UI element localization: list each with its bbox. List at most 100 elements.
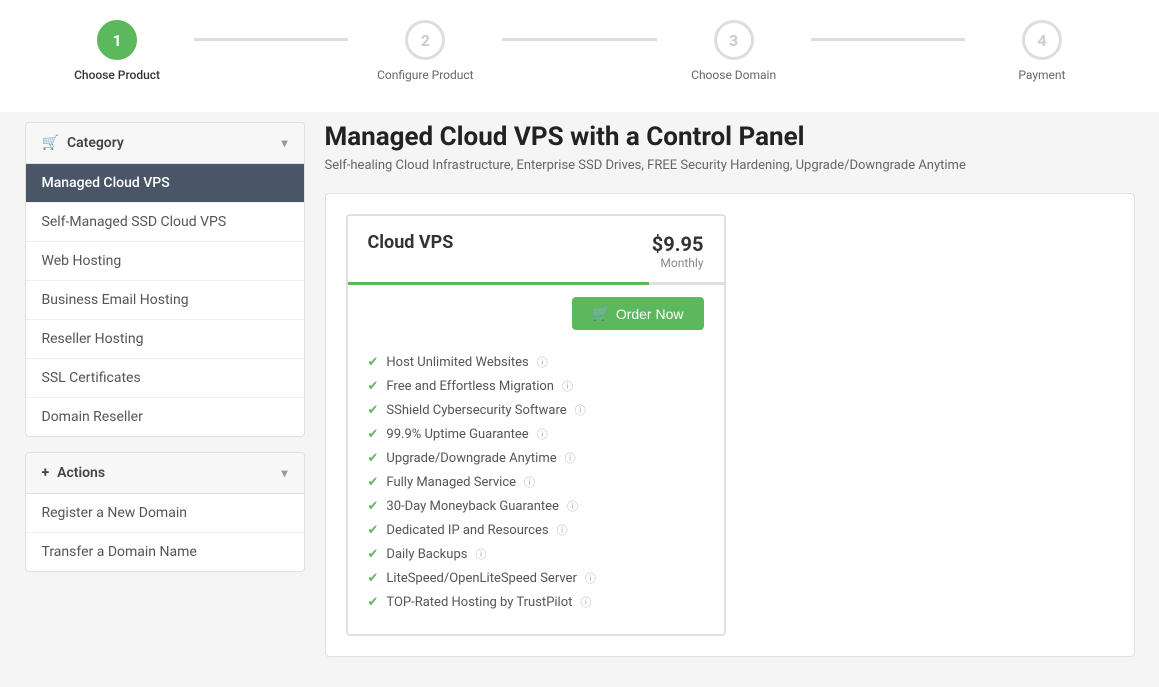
step-3-label: Choose Domain	[691, 68, 776, 82]
step-line-2	[502, 38, 656, 41]
steps-container: 1 Choose Product 2 Configure Product 3 C…	[40, 20, 1119, 82]
price-period: Monthly	[652, 256, 704, 270]
check-icon-8: ✔	[368, 523, 379, 538]
product-price: $9.95 Monthly	[652, 232, 704, 270]
actions-header: + Actions ▾	[26, 453, 304, 494]
step-3-number: 3	[729, 31, 738, 50]
category-item-self-managed-ssd[interactable]: Self-Managed SSD Cloud VPS	[26, 203, 304, 242]
actions-label: Actions	[57, 465, 105, 481]
action-item-register-domain[interactable]: Register a New Domain	[26, 494, 304, 533]
step-1-label: Choose Product	[74, 68, 160, 82]
category-chevron-icon: ▾	[281, 136, 287, 150]
page-title: Managed Cloud VPS with a Control Panel	[325, 122, 1135, 152]
category-item-business-email[interactable]: Business Email Hosting	[26, 281, 304, 320]
feature-text-1: Host Unlimited Websites	[386, 355, 528, 370]
step-1-circle: 1	[97, 20, 137, 60]
check-icon-10: ✔	[368, 571, 379, 586]
check-icon-1: ✔	[368, 355, 379, 370]
info-icon-11[interactable]: ⓘ	[580, 594, 591, 610]
check-icon-7: ✔	[368, 499, 379, 514]
feature-item-10: ✔ LiteSpeed/OpenLiteSpeed Server ⓘ	[368, 566, 704, 590]
order-now-button[interactable]: 🛒 Order Now	[572, 297, 703, 330]
features-list: ✔ Host Unlimited Websites ⓘ ✔ Free and E…	[348, 342, 724, 634]
info-icon-1[interactable]: ⓘ	[537, 354, 548, 370]
feature-text-8: Dedicated IP and Resources	[386, 523, 548, 538]
check-icon-9: ✔	[368, 547, 379, 562]
feature-text-11: TOP-Rated Hosting by TrustPilot	[386, 595, 572, 610]
feature-text-5: Upgrade/Downgrade Anytime	[386, 451, 556, 466]
feature-item-9: ✔ Daily Backups ⓘ	[368, 542, 704, 566]
step-2-number: 2	[421, 31, 430, 50]
step-4-circle: 4	[1022, 20, 1062, 60]
step-line-3	[811, 38, 965, 41]
cart-icon: 🛒	[42, 135, 59, 151]
product-name: Cloud VPS	[368, 232, 454, 253]
product-container: Cloud VPS $9.95 Monthly 🛒 Order Now	[325, 193, 1135, 657]
check-icon-4: ✔	[368, 427, 379, 442]
feature-item-2: ✔ Free and Effortless Migration ⓘ	[368, 374, 704, 398]
step-line-1	[194, 38, 348, 41]
feature-item-8: ✔ Dedicated IP and Resources ⓘ	[368, 518, 704, 542]
info-icon-10[interactable]: ⓘ	[585, 570, 596, 586]
feature-text-10: LiteSpeed/OpenLiteSpeed Server	[386, 571, 576, 586]
category-item-domain-reseller[interactable]: Domain Reseller	[26, 398, 304, 436]
category-item-managed-cloud-vps[interactable]: Managed Cloud VPS	[26, 164, 304, 203]
order-cart-icon: 🛒	[592, 305, 609, 322]
feature-text-4: 99.9% Uptime Guarantee	[386, 427, 528, 442]
order-btn-row: 🛒 Order Now	[348, 285, 724, 342]
feature-text-7: 30-Day Moneyback Guarantee	[386, 499, 559, 514]
content-area: Managed Cloud VPS with a Control Panel S…	[325, 122, 1135, 657]
feature-text-3: SShield Cybersecurity Software	[386, 403, 566, 418]
feature-item-11: ✔ TOP-Rated Hosting by TrustPilot ⓘ	[368, 590, 704, 614]
feature-item-4: ✔ 99.9% Uptime Guarantee ⓘ	[368, 422, 704, 446]
feature-text-6: Fully Managed Service	[386, 475, 516, 490]
check-icon-5: ✔	[368, 451, 379, 466]
check-icon-11: ✔	[368, 595, 379, 610]
feature-item-1: ✔ Host Unlimited Websites ⓘ	[368, 350, 704, 374]
info-icon-7[interactable]: ⓘ	[567, 498, 578, 514]
feature-item-7: ✔ 30-Day Moneyback Guarantee ⓘ	[368, 494, 704, 518]
info-icon-6[interactable]: ⓘ	[524, 474, 535, 490]
category-item-web-hosting[interactable]: Web Hosting	[26, 242, 304, 281]
info-icon-9[interactable]: ⓘ	[475, 546, 486, 562]
category-label: Category	[67, 135, 124, 151]
info-icon-2[interactable]: ⓘ	[562, 378, 573, 394]
sidebar: 🛒 Category ▾ Managed Cloud VPS Self-Mana…	[25, 122, 305, 657]
feature-text-9: Daily Backups	[386, 547, 467, 562]
order-btn-label: Order Now	[616, 306, 684, 322]
category-item-reseller-hosting[interactable]: Reseller Hosting	[26, 320, 304, 359]
actions-section: + Actions ▾ Register a New Domain Transf…	[25, 452, 305, 572]
step-3-circle: 3	[714, 20, 754, 60]
plus-icon: +	[42, 465, 50, 481]
category-header: 🛒 Category ▾	[26, 123, 304, 164]
progress-bar: 1 Choose Product 2 Configure Product 3 C…	[0, 0, 1159, 112]
step-4: 4 Payment	[965, 20, 1119, 82]
feature-text-2: Free and Effortless Migration	[386, 379, 554, 394]
step-2-label: Configure Product	[377, 68, 474, 82]
info-icon-4[interactable]: ⓘ	[537, 426, 548, 442]
actions-chevron-icon: ▾	[281, 466, 287, 480]
category-item-ssl-certificates[interactable]: SSL Certificates	[26, 359, 304, 398]
check-icon-6: ✔	[368, 475, 379, 490]
price-amount: $9.95	[652, 232, 704, 256]
step-1-number: 1	[112, 31, 121, 50]
feature-item-6: ✔ Fully Managed Service ⓘ	[368, 470, 704, 494]
step-4-number: 4	[1037, 31, 1046, 50]
info-icon-8[interactable]: ⓘ	[557, 522, 568, 538]
product-card: Cloud VPS $9.95 Monthly 🛒 Order Now	[346, 214, 726, 636]
info-icon-3[interactable]: ⓘ	[575, 402, 586, 418]
info-icon-5[interactable]: ⓘ	[565, 450, 576, 466]
step-4-label: Payment	[1018, 68, 1065, 82]
feature-item-3: ✔ SShield Cybersecurity Software ⓘ	[368, 398, 704, 422]
feature-item-5: ✔ Upgrade/Downgrade Anytime ⓘ	[368, 446, 704, 470]
category-section: 🛒 Category ▾ Managed Cloud VPS Self-Mana…	[25, 122, 305, 437]
step-3: 3 Choose Domain	[657, 20, 811, 82]
action-item-transfer-domain[interactable]: Transfer a Domain Name	[26, 533, 304, 571]
main-container: 🛒 Category ▾ Managed Cloud VPS Self-Mana…	[10, 122, 1150, 657]
check-icon-3: ✔	[368, 403, 379, 418]
page-subtitle: Self-healing Cloud Infrastructure, Enter…	[325, 158, 1135, 173]
product-card-header: Cloud VPS $9.95 Monthly	[348, 216, 724, 282]
step-2: 2 Configure Product	[348, 20, 502, 82]
step-1: 1 Choose Product	[40, 20, 194, 82]
step-2-circle: 2	[405, 20, 445, 60]
